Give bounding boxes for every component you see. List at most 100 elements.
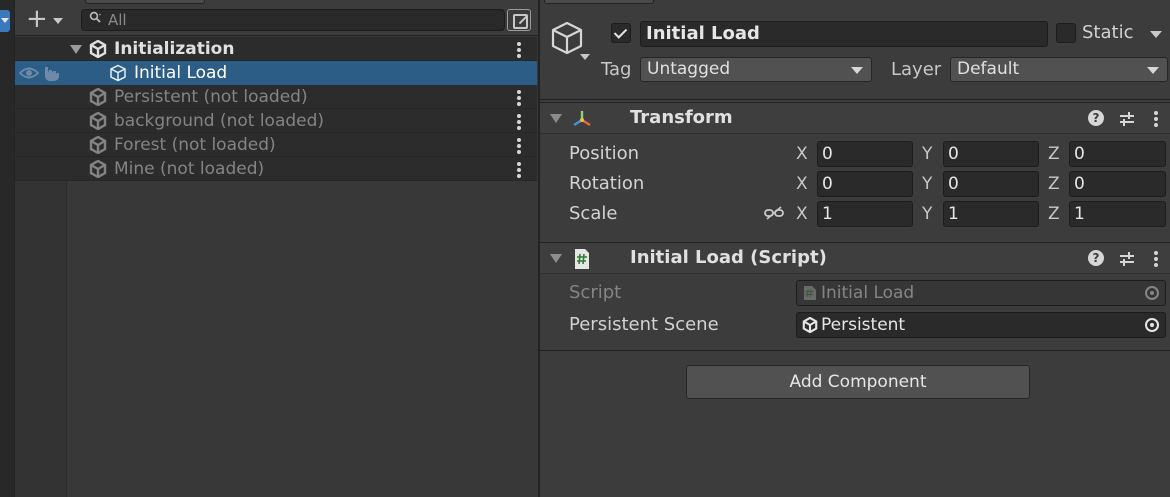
script-component-header[interactable]: Initial Load (Script) ?	[540, 242, 1170, 274]
rotation-z-field[interactable]: 0	[1069, 171, 1166, 197]
unity-logo-icon	[89, 88, 107, 106]
left-edge-panel	[0, 0, 14, 497]
static-dropdown-caret[interactable]	[1150, 31, 1162, 38]
object-name-field[interactable]: Initial Load	[640, 21, 1048, 47]
tag-value: Untagged	[647, 59, 731, 79]
static-label: Static	[1082, 22, 1134, 43]
position-label: Position	[569, 143, 640, 164]
transform-title: Transform	[630, 107, 733, 128]
scale-y-field[interactable]: 1	[943, 201, 1039, 227]
eye-icon[interactable]	[19, 66, 39, 80]
inspector-divider	[540, 350, 1170, 351]
search-icon	[89, 11, 103, 29]
layer-value: Default	[957, 59, 1020, 79]
x-axis-label[interactable]: X	[796, 204, 808, 224]
layer-dropdown[interactable]: Default	[950, 57, 1168, 82]
tag-dropdown[interactable]: Untagged	[640, 57, 872, 82]
inspector-tab[interactable]	[544, 0, 654, 4]
unity-logo-icon	[802, 317, 818, 333]
create-dropdown-button[interactable]: +	[23, 5, 67, 33]
scene-label: Persistent (not loaded)	[114, 87, 308, 107]
layer-label: Layer	[891, 59, 942, 80]
rotation-x-field[interactable]: 0	[817, 171, 913, 197]
script-object-field: Initial Load	[796, 280, 1166, 306]
presets-icon[interactable]	[1118, 250, 1136, 268]
help-icon[interactable]: ?	[1088, 250, 1104, 266]
script-component-title: Initial Load (Script)	[630, 247, 827, 268]
unity-logo-icon	[89, 40, 107, 58]
unity-logo-icon	[89, 136, 107, 154]
persistent-scene-field[interactable]: Persistent	[796, 312, 1166, 338]
script-label: Script	[569, 282, 622, 303]
fold-arrow-icon[interactable]	[550, 114, 562, 123]
x-axis-label[interactable]: X	[796, 174, 808, 194]
chevron-down-icon	[580, 54, 590, 60]
position-y-field[interactable]: 0	[943, 141, 1039, 167]
hierarchy-scene-row[interactable]: Persistent (not loaded)	[15, 85, 537, 109]
y-axis-label[interactable]: Y	[922, 174, 932, 194]
x-axis-label[interactable]: X	[796, 144, 808, 164]
y-axis-label[interactable]: Y	[922, 204, 932, 224]
chevron-down-icon	[851, 67, 863, 74]
hierarchy-panel: + Initialization Initial Load Persistent…	[14, 0, 539, 497]
scene-label: Mine (not loaded)	[114, 159, 265, 179]
transform-gizmo-icon	[573, 111, 591, 127]
position-x-field[interactable]: 0	[817, 141, 913, 167]
object-picker-icon	[1145, 286, 1159, 300]
script-value: Initial Load	[821, 283, 915, 303]
fold-arrow-icon[interactable]	[550, 254, 562, 263]
scale-x-field[interactable]: 1	[817, 201, 913, 227]
object-label: Initial Load	[134, 63, 228, 83]
scene-menu-icon[interactable]	[515, 159, 523, 179]
scene-visibility-button[interactable]	[507, 9, 531, 31]
inspector-object-header: Initial Load Static Tag Untagged Layer D…	[540, 0, 1170, 100]
unlinked-chain-icon[interactable]	[764, 205, 784, 221]
search-input[interactable]	[108, 11, 498, 29]
rotation-label: Rotation	[569, 173, 645, 194]
object-picker-icon[interactable]	[1145, 318, 1159, 332]
z-axis-label[interactable]: Z	[1048, 204, 1060, 224]
z-axis-label[interactable]: Z	[1048, 174, 1060, 194]
hierarchy-scene-row[interactable]: background (not loaded)	[15, 109, 537, 133]
rotation-y-field[interactable]: 0	[943, 171, 1039, 197]
csharp-script-icon	[575, 249, 589, 269]
z-axis-label[interactable]: Z	[1048, 144, 1060, 164]
hierarchy-scene-row[interactable]: Forest (not loaded)	[15, 133, 537, 157]
persistent-scene-value: Persistent	[821, 315, 906, 335]
help-icon[interactable]: ?	[1088, 110, 1104, 126]
position-z-field[interactable]: 0	[1069, 141, 1166, 167]
scene-menu-icon[interactable]	[515, 87, 523, 107]
scene-menu-icon[interactable]	[515, 135, 523, 155]
visibility-gutter	[15, 180, 67, 497]
hierarchy-scene-row[interactable]: Initialization	[15, 37, 537, 61]
component-header-buttons: ?	[1082, 249, 1170, 269]
scene-label: Forest (not loaded)	[114, 135, 276, 155]
transform-header[interactable]: Transform ?	[540, 102, 1170, 134]
hierarchy-toolbar: +	[15, 0, 539, 36]
unity-logo-icon	[89, 160, 107, 178]
component-menu-icon[interactable]	[1152, 109, 1160, 129]
inspector-panel: Initial Load Static Tag Untagged Layer D…	[538, 0, 1170, 497]
hierarchy-search[interactable]	[81, 9, 505, 31]
active-checkbox[interactable]	[611, 23, 631, 43]
scene-label: background (not loaded)	[114, 111, 325, 131]
scene-menu-icon[interactable]	[515, 39, 523, 59]
hierarchy-tab[interactable]	[85, 0, 205, 4]
scale-label: Scale	[569, 203, 618, 224]
y-axis-label[interactable]: Y	[922, 144, 932, 164]
component-header-buttons: ?	[1082, 109, 1170, 129]
unity-logo-icon	[89, 112, 107, 130]
component-menu-icon[interactable]	[1152, 249, 1160, 269]
hierarchy-object-row[interactable]: Initial Load	[15, 61, 537, 85]
cube-icon	[110, 64, 126, 82]
scene-menu-icon[interactable]	[515, 111, 523, 131]
scale-z-field[interactable]: 1	[1069, 201, 1166, 227]
collapse-arrow-button[interactable]	[0, 10, 10, 32]
presets-icon[interactable]	[1118, 110, 1136, 128]
hand-icon[interactable]	[41, 65, 61, 82]
persistent-scene-label: Persistent Scene	[569, 314, 719, 335]
hierarchy-scene-row[interactable]: Mine (not loaded)	[15, 157, 537, 181]
fold-arrow-icon[interactable]	[70, 45, 82, 54]
static-checkbox[interactable]	[1056, 23, 1076, 43]
add-component-button[interactable]: Add Component	[686, 365, 1030, 399]
